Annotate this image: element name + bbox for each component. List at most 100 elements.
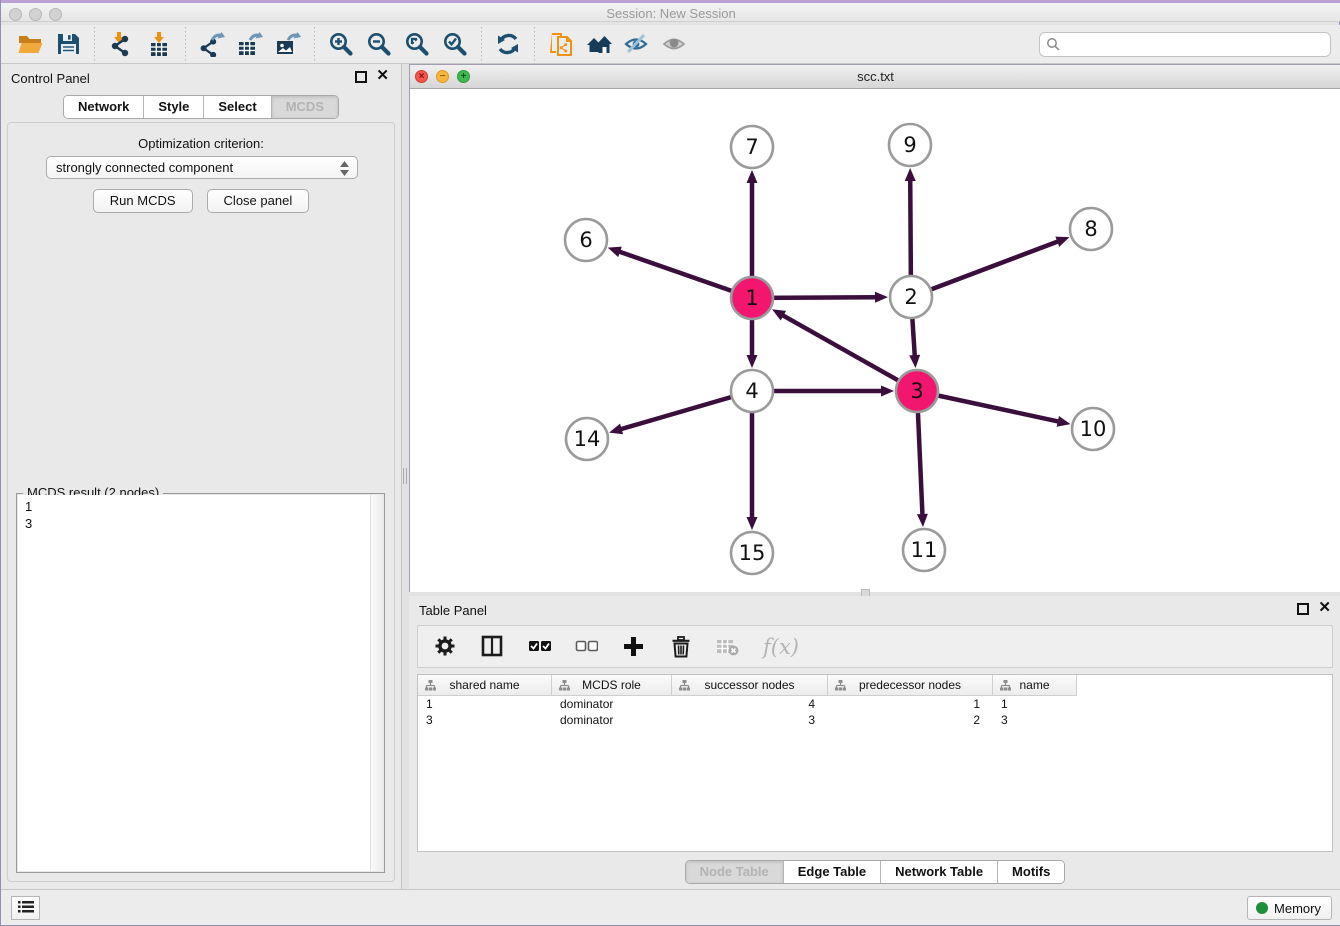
export-table-icon[interactable]	[231, 28, 269, 60]
float-panel-icon[interactable]	[355, 71, 367, 83]
graph-node-label: 14	[574, 427, 601, 451]
result-scrollbar[interactable]	[370, 495, 383, 871]
column-header-label: MCDS role	[582, 678, 641, 692]
column-sort-icon	[1000, 680, 1011, 694]
tab-style[interactable]: Style	[144, 96, 204, 118]
table-tabs: Node TableEdge TableNetwork TableMotifs	[409, 860, 1340, 884]
zoom-selected-icon[interactable]	[436, 28, 474, 60]
graph-node-label: 4	[745, 379, 758, 403]
toolbar-separator	[94, 27, 95, 61]
graph-node-label: 2	[904, 285, 917, 309]
tab-node-table[interactable]: Node Table	[686, 861, 784, 883]
tab-edge-table[interactable]: Edge Table	[784, 861, 881, 883]
column-header-label: shared name	[449, 678, 519, 692]
mcds-panel-body: Optimization criterion: strongly connect…	[7, 122, 395, 882]
table-cell[interactable]: 4	[672, 696, 828, 712]
tab-motifs[interactable]: Motifs	[998, 861, 1064, 883]
graph-node-label: 11	[911, 538, 938, 562]
table-cell[interactable]: 2	[828, 712, 993, 728]
graph-edge-arrowhead	[875, 292, 888, 303]
column-header-MCDS-role[interactable]: MCDS role	[552, 675, 672, 696]
graph-node-label: 10	[1080, 417, 1107, 441]
zoom-in-icon[interactable]	[322, 28, 360, 60]
result-item[interactable]: 1	[25, 498, 383, 515]
zoom-fit-icon[interactable]	[398, 28, 436, 60]
table-cell[interactable]: 3	[418, 712, 552, 728]
graph-node-label: 7	[745, 135, 758, 159]
split-columns-icon[interactable]	[481, 635, 504, 658]
plus-icon[interactable]	[622, 635, 645, 658]
table-panel-title: Table Panel	[419, 603, 487, 618]
memory-button[interactable]: Memory	[1247, 896, 1332, 920]
column-header-label: successor nodes	[704, 678, 794, 692]
checked-boxes-icon[interactable]	[528, 635, 551, 658]
column-sort-icon	[425, 680, 436, 694]
node-table: shared name MCDS role successor nodes prede…	[417, 674, 1333, 852]
select-stepper-icon	[339, 160, 350, 180]
network-canvas[interactable]: 7968124314101511	[410, 89, 1340, 592]
export-network-icon[interactable]	[193, 28, 231, 60]
eye-slash-icon[interactable]	[618, 28, 656, 60]
graph-edge-arrowhead	[1055, 237, 1069, 247]
table-cell[interactable]: 1	[993, 696, 1077, 712]
table-cell[interactable]: 3	[672, 712, 828, 728]
table-row[interactable]: 3dominator323	[418, 712, 1332, 728]
column-header-successor-nodes[interactable]: successor nodes	[672, 675, 828, 696]
search-input[interactable]	[1039, 32, 1331, 57]
table-row[interactable]: 1dominator411	[418, 696, 1332, 712]
tab-select[interactable]: Select	[204, 96, 271, 118]
save-floppy-icon[interactable]	[49, 28, 87, 60]
dev-panel-button[interactable]	[11, 896, 40, 920]
status-bar: Memory	[1, 889, 1340, 925]
mcds-result-list[interactable]: 13	[18, 495, 383, 871]
trash-icon[interactable]	[669, 635, 692, 658]
open-folder-icon[interactable]	[11, 28, 49, 60]
close-panel-button[interactable]: Close panel	[207, 189, 310, 213]
refresh-icon[interactable]	[489, 28, 527, 60]
close-panel-icon[interactable]: ✕	[376, 68, 389, 84]
memory-status-icon	[1256, 902, 1268, 914]
network-window-titlebar[interactable]: × − + scc.txt	[410, 65, 1340, 89]
run-mcds-button[interactable]: Run MCDS	[93, 189, 193, 213]
main-toolbar	[1, 25, 1340, 64]
tab-network-table[interactable]: Network Table	[881, 861, 998, 883]
optimization-select-value: strongly connected component	[56, 160, 233, 175]
float-table-panel-icon[interactable]	[1297, 603, 1309, 615]
table-cell[interactable]: dominator	[552, 696, 672, 712]
graph-node-label: 15	[739, 541, 766, 565]
close-table-panel-icon[interactable]: ✕	[1318, 600, 1331, 616]
function-fx-icon: f(x)	[763, 635, 799, 659]
toolbar-separator	[534, 27, 535, 61]
column-header-shared-name[interactable]: shared name	[418, 675, 552, 696]
graph-edge-arrowhead	[1057, 416, 1071, 427]
table-cell[interactable]: 3	[993, 712, 1077, 728]
table-panel-titlebar: Table Panel ✕	[409, 596, 1340, 624]
mcds-result-box: MCDS result (2 nodes) 13	[16, 493, 385, 873]
column-header-predecessor-nodes[interactable]: predecessor nodes	[828, 675, 993, 696]
control-panel-titlebar: Control Panel ✕	[1, 64, 401, 92]
vertical-splitter[interactable]	[402, 64, 409, 890]
search-container	[1039, 32, 1331, 57]
optimization-select[interactable]: strongly connected component	[46, 156, 358, 179]
result-item[interactable]: 3	[25, 515, 383, 532]
gear-icon[interactable]	[434, 635, 457, 658]
document-share-icon[interactable]	[542, 28, 580, 60]
graph-edge-3-1[interactable]	[782, 315, 917, 391]
table-cell[interactable]: 1	[418, 696, 552, 712]
export-image-icon[interactable]	[269, 28, 307, 60]
import-table-icon[interactable]	[140, 28, 178, 60]
optimization-criterion-label: Optimization criterion:	[8, 136, 394, 151]
table-cell[interactable]: dominator	[552, 712, 672, 728]
column-header-name[interactable]: name	[993, 675, 1077, 696]
table-cell[interactable]: 1	[828, 696, 993, 712]
tab-network[interactable]: Network	[64, 96, 144, 118]
zoom-out-icon[interactable]	[360, 28, 398, 60]
import-network-icon[interactable]	[102, 28, 140, 60]
houses-icon[interactable]	[580, 28, 618, 60]
unchecked-boxes-icon[interactable]	[575, 635, 598, 658]
search-icon	[1046, 37, 1061, 57]
tab-mcds[interactable]: MCDS	[272, 96, 338, 118]
graph-edge-2-8[interactable]	[911, 241, 1059, 297]
eye-icon[interactable]	[656, 28, 694, 60]
column-header-label: name	[1019, 678, 1049, 692]
